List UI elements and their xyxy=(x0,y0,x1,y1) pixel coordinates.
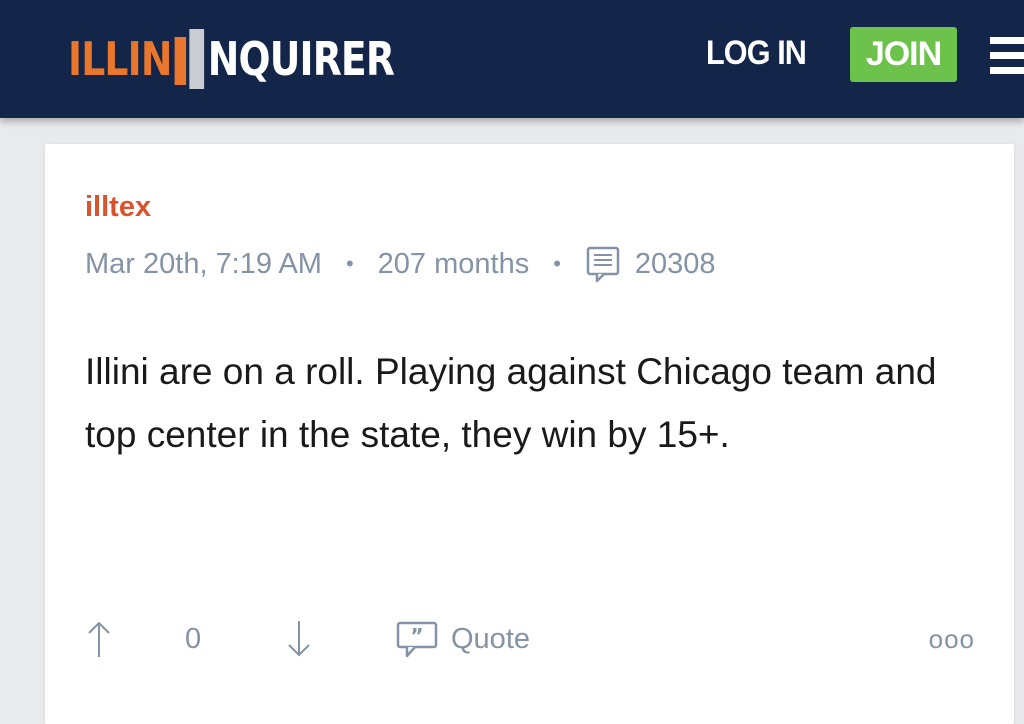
post-count-icon xyxy=(586,246,620,283)
post-meta: Mar 20th, 7:19 AM • 207 months • 20308 xyxy=(85,245,716,283)
vote-count: 0 xyxy=(185,622,202,655)
join-button[interactable]: JOIN xyxy=(850,27,957,82)
quote-label: Quote xyxy=(451,622,530,655)
meta-separator: • xyxy=(345,251,354,276)
post-count: 20308 xyxy=(634,247,716,280)
arrow-down-icon xyxy=(288,621,310,657)
svg-text:”: ” xyxy=(410,624,423,648)
downvote-button[interactable] xyxy=(285,614,313,664)
upvote-button[interactable] xyxy=(85,614,113,664)
logo-mark xyxy=(174,29,205,89)
arrow-up-icon xyxy=(88,621,110,657)
site-header: ILLIN NQUIRER LOG IN JOIN xyxy=(0,0,1024,118)
meta-separator: • xyxy=(553,251,561,276)
post-body: Illini are on a roll. Playing against Ch… xyxy=(85,351,937,455)
post-author[interactable]: illtex xyxy=(85,191,151,224)
post-timestamp: Mar 20th, 7:19 AM xyxy=(85,247,322,280)
login-link[interactable]: LOG IN xyxy=(706,34,807,73)
logo-text-part2: NQUIRER xyxy=(207,32,395,86)
quote-button[interactable]: ” Quote xyxy=(395,614,530,664)
more-options-button[interactable]: ooo xyxy=(929,614,975,664)
quote-icon: ” xyxy=(396,621,438,658)
logo-text-part1: ILLIN xyxy=(68,32,172,86)
post-actions: 0 ” Quote ooo xyxy=(85,614,975,664)
member-tenure: 207 months xyxy=(377,247,530,280)
site-logo[interactable]: ILLIN NQUIRER xyxy=(68,24,395,94)
post-card: illtex Mar 20th, 7:19 AM • 207 months • … xyxy=(45,144,1014,724)
hamburger-menu-icon[interactable] xyxy=(990,37,1024,75)
